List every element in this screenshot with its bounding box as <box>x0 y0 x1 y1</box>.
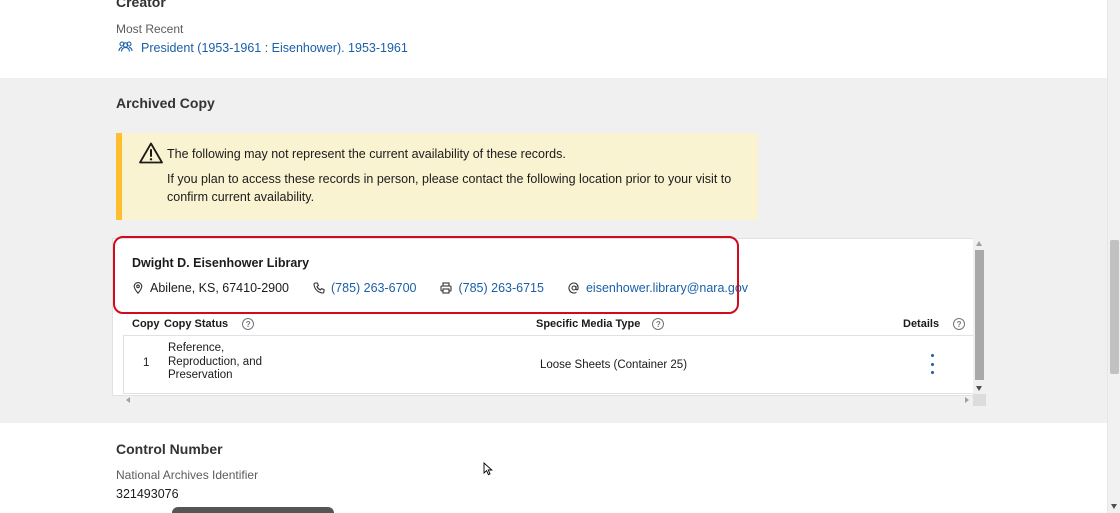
availability-alert: The following may not represent the curr… <box>116 133 758 220</box>
scroll-right-arrow-icon[interactable] <box>965 397 969 403</box>
archived-copy-heading: Archived Copy <box>116 95 215 111</box>
alert-text-line1: The following may not represent the curr… <box>167 147 566 161</box>
fax-item: (785) 263-6715 <box>440 281 544 295</box>
th-copy-status-label: Copy Status <box>164 318 229 330</box>
at-sign-icon <box>568 282 579 294</box>
page-scroll-thumb[interactable] <box>1110 240 1119 374</box>
phone-icon <box>313 282 325 294</box>
creator-link-text[interactable]: President (1953-1961 : Eisenhower). 1953… <box>141 41 408 55</box>
details-help-icon[interactable]: ? <box>953 318 966 330</box>
address-item: Abilene, KS, 67410-2900 <box>132 281 289 295</box>
phone-link[interactable]: (785) 263-6700 <box>331 281 416 295</box>
creator-heading: Creator <box>116 0 166 10</box>
printer-icon <box>440 282 453 294</box>
creator-section: Creator Most Recent President (1953-1961… <box>0 0 1107 78</box>
cell-copy: 1 <box>143 357 150 369</box>
mouse-cursor-icon <box>483 462 493 476</box>
th-details: Details ? <box>903 318 966 330</box>
media-type-help-icon[interactable]: ? <box>652 318 665 330</box>
th-copy-label: Copy <box>132 318 160 330</box>
creator-link[interactable]: President (1953-1961 : Eisenhower). 1953… <box>118 40 408 55</box>
th-media-type-label: Specific Media Type <box>536 318 641 330</box>
control-number-heading: Control Number <box>116 441 223 457</box>
scroll-corner <box>973 394 986 406</box>
cell-media-type: Loose Sheets (Container 25) <box>540 359 688 371</box>
scroll-down-arrow-icon[interactable] <box>976 386 982 391</box>
phone-item: (785) 263-6700 <box>313 281 416 295</box>
address-text: Abilene, KS, 67410-2900 <box>150 281 289 295</box>
location-contact-row: Abilene, KS, 67410-2900 (785) 263-6700 (… <box>132 281 772 295</box>
copies-table: Copy Copy Status ? Specific Media Type ?… <box>123 312 973 394</box>
page-scrollbar[interactable] <box>1107 0 1120 513</box>
table-horizontal-scrollbar[interactable] <box>122 394 973 406</box>
cell-copy-status: Reference, Reproduction, and Preservatio… <box>168 342 262 381</box>
location-name: Dwight D. Eisenhower Library <box>132 256 310 270</box>
scroll-left-arrow-icon[interactable] <box>126 397 130 403</box>
copy-status-help-icon[interactable]: ? <box>242 318 255 330</box>
th-copy-status: Copy Status ? <box>164 318 255 330</box>
map-pin-icon <box>133 282 143 294</box>
control-number-section: Control Number National Archives Identif… <box>0 423 1107 513</box>
page: Creator Most Recent President (1953-1961… <box>0 0 1107 513</box>
bottom-toolbar-pill[interactable] <box>172 507 334 513</box>
scroll-up-arrow-icon[interactable] <box>976 241 982 246</box>
archived-copy-panel: Dwight D. Eisenhower Library Abilene, KS… <box>112 238 974 396</box>
fax-link[interactable]: (785) 263-6715 <box>458 281 543 295</box>
table-row: 1 Reference, Reproduction, and Preservat… <box>123 336 973 394</box>
page-scroll-down-arrow-icon[interactable] <box>1111 504 1117 509</box>
group-icon <box>118 40 133 55</box>
table-scroll-thumb[interactable] <box>975 250 984 380</box>
creator-subtitle: Most Recent <box>116 22 184 36</box>
warning-icon <box>139 142 163 166</box>
email-link[interactable]: eisenhower.library@nara.gov <box>586 281 748 295</box>
th-details-label: Details <box>903 318 940 330</box>
control-number-subtitle: National Archives Identifier <box>116 468 259 482</box>
details-menu-icon[interactable] <box>926 354 938 374</box>
alert-text-line2: If you plan to access these records in p… <box>167 172 732 204</box>
email-item: eisenhower.library@nara.gov <box>568 281 748 295</box>
table-vertical-scrollbar[interactable] <box>973 238 986 394</box>
th-copy: Copy <box>132 318 160 330</box>
control-number-value: 321493076 <box>116 487 179 501</box>
archived-copy-section: Archived Copy The following may not repr… <box>0 78 1107 423</box>
th-media-type: Specific Media Type ? <box>536 318 665 330</box>
table-header: Copy Copy Status ? Specific Media Type ?… <box>123 312 973 336</box>
